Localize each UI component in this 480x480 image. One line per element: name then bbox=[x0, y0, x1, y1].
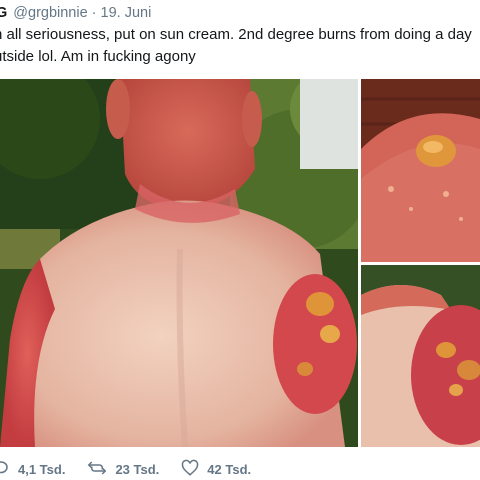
photo-blister-closeup[interactable] bbox=[361, 79, 480, 262]
retweet-icon bbox=[87, 459, 115, 480]
author-name[interactable]: G bbox=[0, 5, 7, 21]
tweet-text-line-2: utside lol. Am in fucking agony bbox=[0, 48, 196, 65]
tweet-text-line-1: n all seriousness, put on sun cream. 2nd… bbox=[0, 26, 472, 43]
reply-count: 4,1 Tsd. bbox=[18, 461, 66, 477]
tweet-header: G @grgbinnie · 19. Juni bbox=[0, 2, 151, 24]
reply-button[interactable]: 4,1 Tsd. bbox=[0, 459, 65, 480]
photo-sunburned-back[interactable] bbox=[0, 79, 358, 447]
heart-icon bbox=[181, 459, 207, 480]
tweet-media[interactable] bbox=[0, 79, 480, 447]
tweet-date[interactable]: 19. Juni bbox=[101, 5, 152, 21]
retweet-button[interactable]: 23 Tsd. bbox=[87, 459, 159, 480]
author-handle[interactable]: @grgbinnie bbox=[13, 5, 87, 21]
tweet-text: n all seriousness, put on sun cream. 2nd… bbox=[0, 24, 480, 68]
tweet-actions: 4,1 Tsd. 23 Tsd. 42 Tsd. bbox=[0, 458, 273, 480]
like-button[interactable]: 42 Tsd. bbox=[181, 459, 251, 480]
like-count: 42 Tsd. bbox=[207, 461, 252, 477]
separator-dot: · bbox=[91, 5, 97, 21]
photo-shoulder-burn[interactable] bbox=[361, 265, 480, 447]
retweet-count: 23 Tsd. bbox=[115, 461, 160, 477]
reply-icon bbox=[0, 459, 18, 480]
